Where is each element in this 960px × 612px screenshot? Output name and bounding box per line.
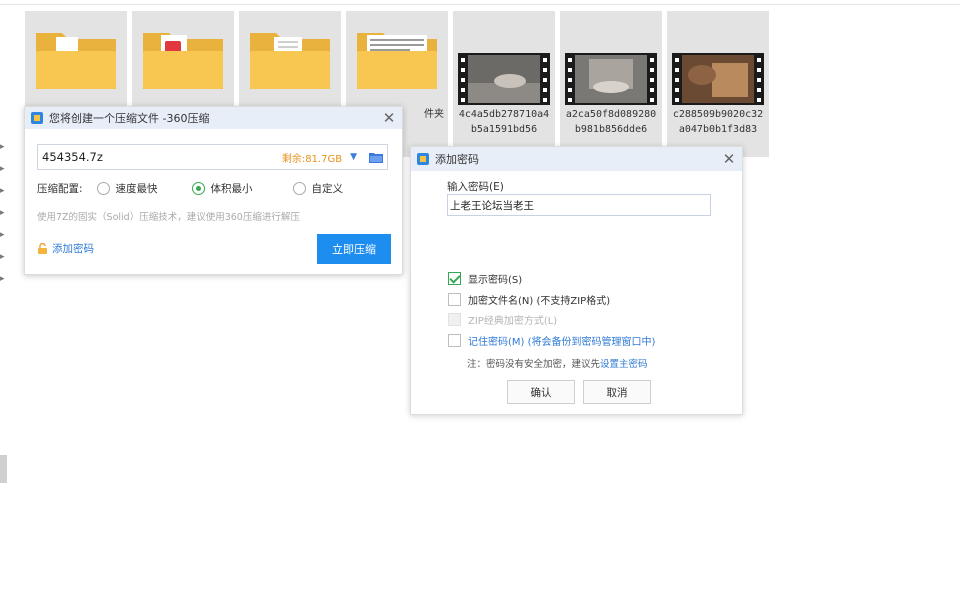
option-fastest[interactable]: 速度最快 [96,181,158,196]
chevron-right-icon[interactable]: ▸ [0,136,10,158]
browse-folder-icon[interactable] [369,152,383,163]
chevron-down-icon[interactable]: ▼ [350,152,357,162]
compress-now-button[interactable]: 立即压缩 [317,234,391,264]
compress-dialog-titlebar[interactable]: 您将创建一个压缩文件 -360压缩 ✕ [25,107,402,129]
solid-compression-hint: 使用7Z的固实（Solid）压缩技术，建议使用360压缩进行解压 [37,212,300,223]
left-tree-toggles: ▸ ▸ ▸ ▸ ▸ ▸ ▸ [0,136,10,290]
radio-smallest[interactable] [191,182,205,195]
archive-path-value[interactable]: 454354.7z [42,150,282,164]
security-note-text: 注：密码没有安全加密，建议先 [467,359,601,370]
radio-custom[interactable] [292,182,306,195]
password-dialog-title: 添加密码 [435,153,479,166]
add-password-dialog: 添加密码 ✕ 输入密码(E) 上老王论坛当老王 显示密码(S) 加密文件名(N)… [410,146,743,415]
encrypt-filenames-checkbox-row[interactable]: 加密文件名(N) (不支持ZIP格式) [448,292,610,307]
cancel-button[interactable]: 取消 [583,380,651,404]
top-divider [0,4,960,5]
video-thumbnail-icon [565,53,657,105]
video-tile[interactable]: a2ca50f8d089280b981b856dde6 [560,11,662,157]
option-custom[interactable]: 自定义 [292,181,344,196]
video-thumbnail-icon [458,53,550,105]
option-fastest-label: 速度最快 [115,183,158,195]
zip-classic-label: ZIP经典加密方式(L) [468,316,558,327]
chevron-right-icon[interactable]: ▸ [0,180,10,202]
app-360-zip-icon [31,112,43,124]
folder-icon [36,33,116,89]
close-icon[interactable]: ✕ [716,150,742,168]
security-note: 注：密码没有安全加密，建议先设置主密码 [467,356,648,370]
password-input[interactable]: 上老王论坛当老王 [447,194,711,216]
remember-password-label: 记住密码(M) (将会备份到密码管理窗口中) [468,337,656,348]
lock-icon [38,243,47,254]
option-smallest[interactable]: 体积最小 [191,181,253,196]
show-password-checkbox-row[interactable]: 显示密码(S) [448,271,522,286]
option-smallest-label: 体积最小 [210,183,253,195]
radio-fastest[interactable] [96,182,110,195]
add-password-link[interactable]: 添加密码 [37,241,94,256]
show-password-checkbox[interactable] [448,272,461,285]
encrypt-filenames-label: 加密文件名(N) (不支持ZIP格式) [468,296,611,307]
chevron-right-icon[interactable]: ▸ [0,158,10,180]
archive-path-field[interactable]: 454354.7z 剩余:81.7GB ▼ [37,144,388,170]
video-thumbnail-icon [672,53,764,105]
close-icon[interactable]: ✕ [376,109,402,127]
compression-level-label: 压缩配置: [37,183,83,195]
password-dialog-titlebar[interactable]: 添加密码 ✕ [411,147,742,171]
confirm-button[interactable]: 确认 [507,380,575,404]
show-password-label: 显示密码(S) [468,275,523,286]
remember-password-checkbox[interactable] [448,334,461,347]
remember-password-checkbox-row[interactable]: 记住密码(M) (将会备份到密码管理窗口中) [448,333,655,348]
chevron-right-icon[interactable]: ▸ [0,268,10,290]
password-input-label: 输入密码(E) [447,181,504,193]
zip-classic-checkbox [448,313,461,326]
disk-remaining: 剩余:81.7GB [281,153,343,165]
folder-icon [357,33,437,89]
zip-classic-checkbox-row: ZIP经典加密方式(L) [448,312,557,327]
compress-dialog: 您将创建一个压缩文件 -360压缩 ✕ 454354.7z 剩余:81.7GB … [24,106,403,275]
left-scrollbar[interactable] [0,455,7,483]
chevron-right-icon[interactable]: ▸ [0,246,10,268]
chevron-right-icon[interactable]: ▸ [0,224,10,246]
chevron-right-icon[interactable]: ▸ [0,202,10,224]
app-360-zip-icon [417,153,429,165]
compress-dialog-title: 您将创建一个压缩文件 -360压缩 [49,112,210,125]
compression-level-group: 压缩配置: 速度最快 体积最小 自定义 [37,181,343,196]
video-tile[interactable]: 4c4a5db278710a4b5a1591bd56 [453,11,555,157]
set-master-password-link[interactable]: 设置主密码 [600,359,648,370]
folder-icon [143,33,223,89]
folder-icon [250,33,330,89]
add-password-label: 添加密码 [52,243,94,255]
encrypt-filenames-checkbox[interactable] [448,293,461,306]
option-custom-label: 自定义 [311,183,344,195]
video-tile[interactable]: c288509b9020c32a047b0b1f3d83 [667,11,769,157]
